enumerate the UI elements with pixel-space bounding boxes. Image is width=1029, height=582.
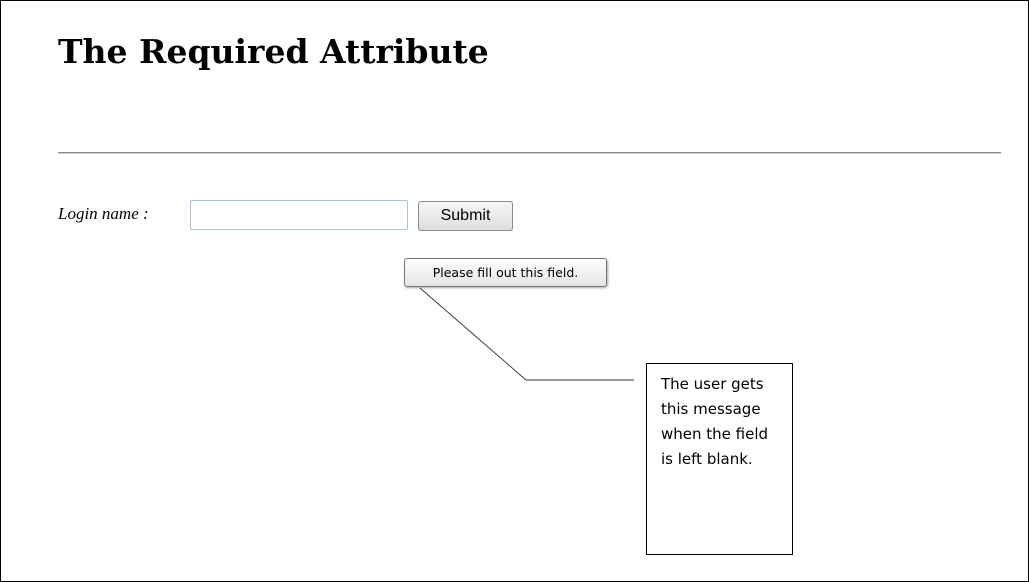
validation-tooltip: Please fill out this field. bbox=[404, 258, 607, 287]
horizontal-rule bbox=[58, 152, 1001, 154]
screenshot-frame: The Required Attribute Login name : Subm… bbox=[0, 0, 1029, 582]
annotation-callout: The user gets this message when the fiel… bbox=[646, 363, 793, 555]
login-name-label: Login name : bbox=[58, 204, 149, 223]
annotation-text: The user gets this message when the fiel… bbox=[661, 375, 769, 468]
callout-connector-line bbox=[419, 287, 634, 381]
submit-button[interactable]: Submit bbox=[418, 201, 513, 231]
page-title: The Required Attribute bbox=[58, 32, 489, 71]
login-name-input[interactable] bbox=[190, 200, 408, 230]
